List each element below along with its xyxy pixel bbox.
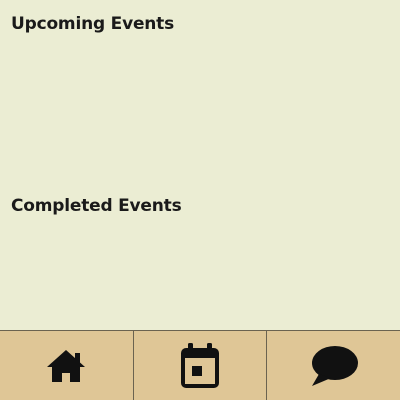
completed-events-heading: Completed Events <box>11 196 182 216</box>
bottom-nav-bar <box>0 330 400 400</box>
nav-calendar-button[interactable] <box>132 331 267 400</box>
upcoming-events-list <box>0 40 400 190</box>
upcoming-events-heading: Upcoming Events <box>11 14 175 34</box>
chat-icon <box>309 344 359 388</box>
nav-messages-button[interactable] <box>266 331 400 400</box>
completed-events-list <box>0 222 400 328</box>
home-icon <box>45 348 87 384</box>
nav-home-button[interactable] <box>0 331 133 400</box>
calendar-icon <box>178 342 222 390</box>
app-screen: Upcoming Events Completed Events <box>0 0 400 400</box>
